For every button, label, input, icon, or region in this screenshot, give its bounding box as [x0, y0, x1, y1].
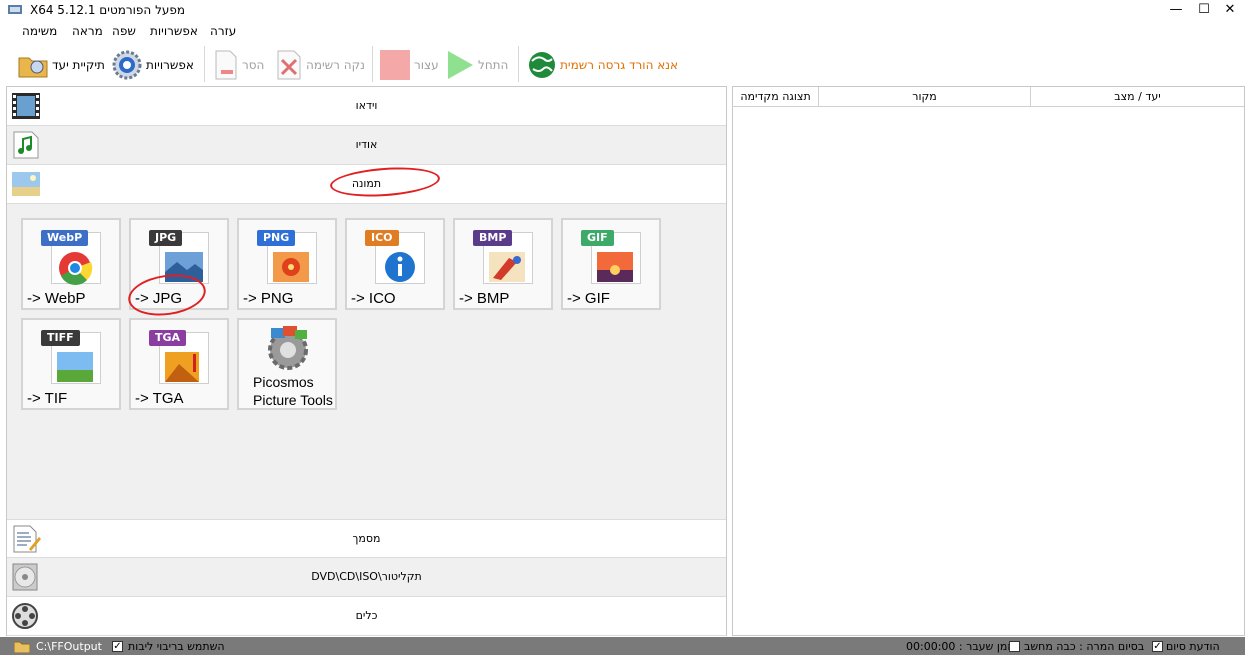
clear-list-button[interactable]: נקה רשימה	[276, 46, 365, 84]
globe-icon	[529, 52, 555, 78]
multithread-label: השתמש בריבוי ליבות	[128, 640, 225, 653]
menu-language[interactable]: שפה	[112, 24, 136, 38]
clear-list-icon	[277, 50, 301, 80]
sunset-icon	[597, 252, 633, 282]
image-icon	[165, 352, 199, 382]
paint-icon	[489, 252, 525, 282]
bmp-label: -> BMP	[459, 290, 510, 307]
tif-label: -> TIF	[27, 390, 68, 407]
category-document[interactable]: מסמך	[7, 519, 726, 558]
format-tile-webp[interactable]: WebP -> WebP	[21, 218, 121, 310]
remove-label: הסר	[242, 58, 265, 72]
status-bar: C:\FFOutput ✓ השתמש בריבוי ליבות זמן שעב…	[0, 637, 1245, 655]
picosmos-label-line2: Picture Tools	[253, 392, 333, 408]
tga-label: -> TGA	[135, 390, 184, 407]
tga-badge: TGA	[149, 330, 187, 346]
elapsed-time: זמן שעבר : 00:00:00	[906, 640, 1012, 653]
category-audio-label: אודיו	[355, 138, 378, 151]
menu-help[interactable]: עזרה	[210, 24, 236, 38]
png-badge: PNG	[257, 230, 296, 246]
remove-button[interactable]: הסר	[214, 46, 264, 84]
menu-options[interactable]: אפשרויות	[150, 24, 198, 38]
column-preview[interactable]: תצוגה מקדימה	[733, 87, 819, 107]
chrome-icon	[59, 252, 93, 285]
start-label: התחל	[478, 58, 509, 72]
category-tools-label: כלים	[355, 609, 378, 622]
format-tile-png[interactable]: PNG -> PNG	[237, 218, 337, 310]
folder-icon	[18, 57, 48, 78]
stop-label: עצור	[414, 58, 439, 72]
shutdown-label: בסיום המרה : כבה מחשב	[1024, 640, 1145, 653]
stop-button[interactable]: עצור	[380, 46, 439, 84]
webp-label: -> WebP	[27, 290, 86, 307]
picosmos-label-line1: Picosmos	[253, 374, 314, 390]
ico-label: -> ICO	[351, 290, 396, 307]
folder-icon	[14, 641, 30, 653]
gear-icon	[112, 50, 142, 80]
notify-label: הודעת סיום	[1166, 640, 1220, 653]
task-list-panel: תצוגה מקדימה מקור יעד / מצב	[732, 86, 1245, 636]
info-icon	[385, 252, 415, 282]
column-source[interactable]: מקור	[819, 87, 1031, 107]
ico-badge: ICO	[365, 230, 399, 246]
picosmos-gear-icon	[268, 326, 308, 370]
toolbar-separator	[518, 46, 519, 82]
format-tile-gif[interactable]: GIF -> GIF	[561, 218, 661, 310]
picosmos-tools-tile[interactable]: Picosmos Picture Tools	[237, 318, 337, 410]
shutdown-checkbox[interactable]	[1009, 641, 1020, 652]
output-folder-label: תיקיית יעד	[52, 58, 105, 72]
flower-icon	[273, 252, 309, 282]
app-icon	[8, 5, 22, 14]
category-video-label: וידאו	[355, 99, 378, 112]
notify-checkbox[interactable]: ✓	[1152, 641, 1163, 652]
category-rom[interactable]: תקליטור\DVD\CD\ISO	[7, 558, 726, 597]
multithread-checkbox[interactable]: ✓	[112, 641, 123, 652]
bmp-badge: BMP	[473, 230, 513, 246]
jpg-badge: JPG	[149, 230, 183, 246]
title-bar: X64 5.12.1 מפעל הפורמטים — ☐ ✕	[0, 0, 1245, 20]
category-rom-label: תקליטור\DVD\CD\ISO	[311, 570, 422, 583]
download-official-button[interactable]: אנא הורד גרסה רשמית	[528, 46, 678, 84]
download-official-label: אנא הורד גרסה רשמית	[560, 58, 679, 72]
close-button[interactable]: ✕	[1214, 0, 1245, 20]
gif-label: -> GIF	[567, 290, 610, 307]
output-path[interactable]: C:\FFOutput	[36, 640, 102, 653]
window-title: X64 5.12.1 מפעל הפורמטים	[30, 3, 186, 17]
menu-view[interactable]: מראה	[72, 24, 103, 38]
column-output-status[interactable]: יעד / מצב	[1031, 87, 1244, 107]
category-audio[interactable]: אודיו	[7, 126, 726, 165]
start-button[interactable]: התחל	[446, 46, 508, 84]
stop-icon	[380, 50, 410, 80]
category-video[interactable]: וידאו	[7, 87, 726, 126]
output-folder-button[interactable]: תיקיית יעד	[18, 46, 105, 84]
category-tools[interactable]: כלים	[7, 597, 726, 636]
remove-icon	[215, 50, 237, 80]
conversion-panel: וידאו אודיו תמונה WebP -> WebP JPG -> JP…	[6, 86, 727, 636]
options-label: אפשרויות	[146, 58, 194, 72]
field-icon	[57, 352, 93, 382]
format-tile-ico[interactable]: ICO -> ICO	[345, 218, 445, 310]
tiff-badge: TIFF	[41, 330, 80, 346]
gif-badge: GIF	[581, 230, 614, 246]
menu-task[interactable]: משימה	[22, 24, 57, 38]
format-tile-bmp[interactable]: BMP -> BMP	[453, 218, 553, 310]
clear-list-label: נקה רשימה	[306, 58, 365, 72]
category-document-label: מסמך	[352, 532, 381, 545]
options-button[interactable]: אפשרויות	[112, 46, 194, 84]
webp-badge: WebP	[41, 230, 89, 246]
play-icon	[448, 51, 473, 79]
toolbar-separator	[204, 46, 205, 82]
png-label: -> PNG	[243, 290, 294, 307]
format-tile-tif[interactable]: TIFF -> TIF	[21, 318, 121, 410]
toolbar-separator	[372, 46, 373, 82]
format-tile-tga[interactable]: TGA -> TGA	[129, 318, 229, 410]
